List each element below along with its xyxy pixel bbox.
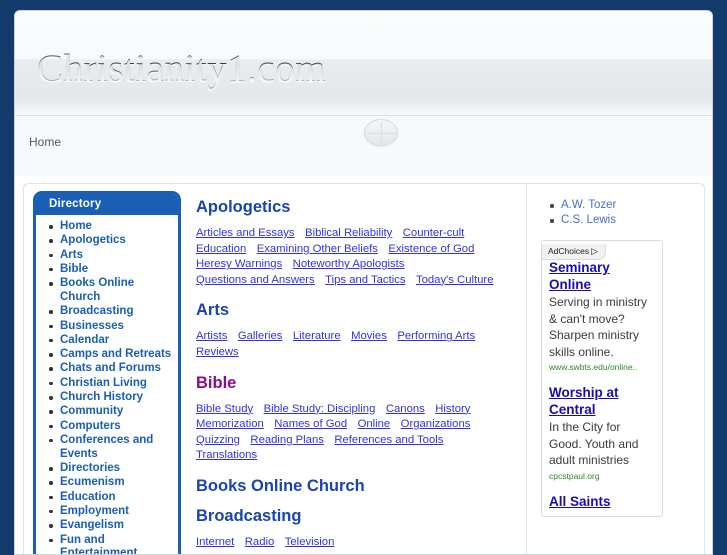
section-link[interactable]: Heresy Warnings xyxy=(196,258,282,270)
section-link[interactable]: Today's Culture xyxy=(416,274,494,286)
section-links: Articles and Essays Biblical Reliability… xyxy=(196,225,516,287)
ad-title-link[interactable]: Worship at Central xyxy=(549,385,655,418)
ad-title-link[interactable]: All Saints xyxy=(549,494,655,511)
content-panel: Directory Home Apologetics Arts Bible Books … xyxy=(23,183,705,554)
adchoices-badge[interactable]: AdChoices ▷ xyxy=(542,244,607,260)
ad-unit: All Saints xyxy=(542,494,662,511)
directory-item[interactable]: Community xyxy=(49,405,174,419)
section-link[interactable]: Reviews xyxy=(196,346,239,358)
section-heading[interactable]: Apologetics xyxy=(196,198,516,217)
directory-item[interactable]: Computers xyxy=(49,420,174,434)
directory-item[interactable]: Employment xyxy=(49,505,174,519)
directory-item[interactable]: Broadcasting xyxy=(49,305,174,319)
section-link[interactable]: Galleries xyxy=(238,330,283,342)
section-link[interactable]: Examining Other Beliefs xyxy=(257,243,378,255)
section-heading[interactable]: Books Online Church xyxy=(196,477,516,496)
breadcrumb-home[interactable]: Home xyxy=(29,135,61,149)
section-link[interactable]: References and Tools xyxy=(334,434,443,446)
directory-item[interactable]: Chats and Forums xyxy=(49,362,174,376)
ad-choices-triangle-icon: ▷ xyxy=(591,246,599,256)
section-link[interactable]: Questions and Answers xyxy=(196,274,315,286)
section-link[interactable]: Memorization xyxy=(196,418,264,430)
section-link[interactable]: Online xyxy=(358,418,391,430)
directory-item[interactable]: Businesses xyxy=(49,320,174,334)
ad-url[interactable]: www.swbts.edu/online.. xyxy=(549,361,655,373)
ad-unit: Seminary Online Serving in ministry & can… xyxy=(542,260,662,373)
section-links: Artists Galleries Literature Movies Perf… xyxy=(196,328,516,359)
section-link[interactable]: Translations xyxy=(196,449,257,461)
featured-person[interactable]: A.W. Tozer xyxy=(550,198,696,213)
ad-units: Seminary Online Serving in ministry & can… xyxy=(542,260,662,510)
banner-knob-decoration xyxy=(364,119,398,146)
section-link[interactable]: Reading Plans xyxy=(250,434,323,446)
directory-item[interactable]: Evangelism xyxy=(49,519,174,533)
ad-description: Serving in ministry & can't move? Sharpe… xyxy=(549,295,648,359)
section-link[interactable]: Counter-cult xyxy=(403,227,465,239)
directory-item[interactable]: Ecumenism xyxy=(49,476,174,490)
directory-title: Directory xyxy=(36,194,178,215)
section-link[interactable]: Biblical Reliability xyxy=(305,227,392,239)
section-link[interactable]: Tips and Tactics xyxy=(325,274,405,286)
ad-unit: Worship at Central In the City for Good. … xyxy=(542,385,662,482)
section-heading[interactable]: Bible xyxy=(196,374,516,393)
section-link[interactable]: Television xyxy=(285,536,335,548)
section-link[interactable]: Articles and Essays xyxy=(196,227,295,239)
section-link[interactable]: Artists xyxy=(196,330,227,342)
ad-description: In the City for Good. Youth and adult mi… xyxy=(549,420,639,467)
featured-person[interactable]: C.S. Lewis xyxy=(550,213,696,228)
directory-column: Directory Home Apologetics Arts Bible Books … xyxy=(24,184,184,554)
section-link[interactable]: Literature xyxy=(293,330,341,342)
section-link[interactable]: Organizations xyxy=(401,418,471,430)
section-link[interactable]: Canons xyxy=(386,403,425,415)
directory-box: Directory Home Apologetics Arts Bible Books … xyxy=(33,191,181,554)
directory-item[interactable]: Conferences and Events xyxy=(49,434,174,462)
directory-item[interactable]: Church History xyxy=(49,391,174,405)
ad-url[interactable]: cpcstpaul.org xyxy=(549,470,655,482)
directory-item[interactable]: Apologetics xyxy=(49,234,174,248)
section-link[interactable]: Quizzing xyxy=(196,434,240,446)
section-link[interactable]: Performing Arts xyxy=(397,330,475,342)
section-link[interactable]: Radio xyxy=(245,536,275,548)
section-link[interactable]: Movies xyxy=(351,330,387,342)
section-link[interactable]: Noteworthy Apologists xyxy=(293,258,405,270)
directory-item[interactable]: Books Online Church xyxy=(49,277,174,305)
directory-item[interactable]: Camps and Retreats xyxy=(49,348,174,362)
section-links: Bible Study Bible Study: Discipling Cano… xyxy=(196,401,516,463)
featured-people-list: A.W. Tozer C.S. Lewis xyxy=(541,198,696,228)
directory-item[interactable]: Education xyxy=(49,491,174,505)
advertisement-box: AdChoices ▷ Seminary Online Serving in min… xyxy=(541,240,663,517)
page-frame: Christianity1.com Home Directory Home Apo… xyxy=(14,10,713,555)
right-column: A.W. Tozer C.S. Lewis AdChoices ▷ Seminary… xyxy=(526,184,704,554)
directory-item[interactable]: Home xyxy=(49,220,174,234)
ad-title-link[interactable]: Seminary Online xyxy=(549,260,655,293)
section-link[interactable]: Education xyxy=(196,243,246,255)
section-link[interactable]: Existence of God xyxy=(388,243,474,255)
section-link[interactable]: Bible Study xyxy=(196,403,253,415)
section-link[interactable]: History xyxy=(435,403,470,415)
section-link[interactable]: Names of God xyxy=(274,418,347,430)
section-link[interactable]: Internet xyxy=(196,536,234,548)
section-links: Internet Radio Television xyxy=(196,534,516,550)
directory-item[interactable]: Directories xyxy=(49,462,174,476)
directory-list: Home Apologetics Arts Bible Books Online Chu… xyxy=(36,220,178,554)
directory-item[interactable]: Fun and Entertainment xyxy=(49,534,174,554)
breadcrumb-bar: Home xyxy=(15,116,712,176)
directory-item[interactable]: Arts xyxy=(49,249,174,263)
site-logo[interactable]: Christianity1.com xyxy=(37,46,326,91)
directory-item[interactable]: Christian Living xyxy=(49,377,174,391)
directory-item[interactable]: Bible xyxy=(49,263,174,277)
adchoices-label: AdChoices xyxy=(548,246,590,256)
section-heading[interactable]: Arts xyxy=(196,301,516,320)
directory-item[interactable]: Calendar xyxy=(49,334,174,348)
section-link[interactable]: Bible Study: Discipling xyxy=(264,403,376,415)
main-column: Apologetics Articles and Essays Biblical … xyxy=(184,184,526,554)
section-heading[interactable]: Broadcasting xyxy=(196,507,516,526)
site-banner: Christianity1.com xyxy=(15,11,712,116)
